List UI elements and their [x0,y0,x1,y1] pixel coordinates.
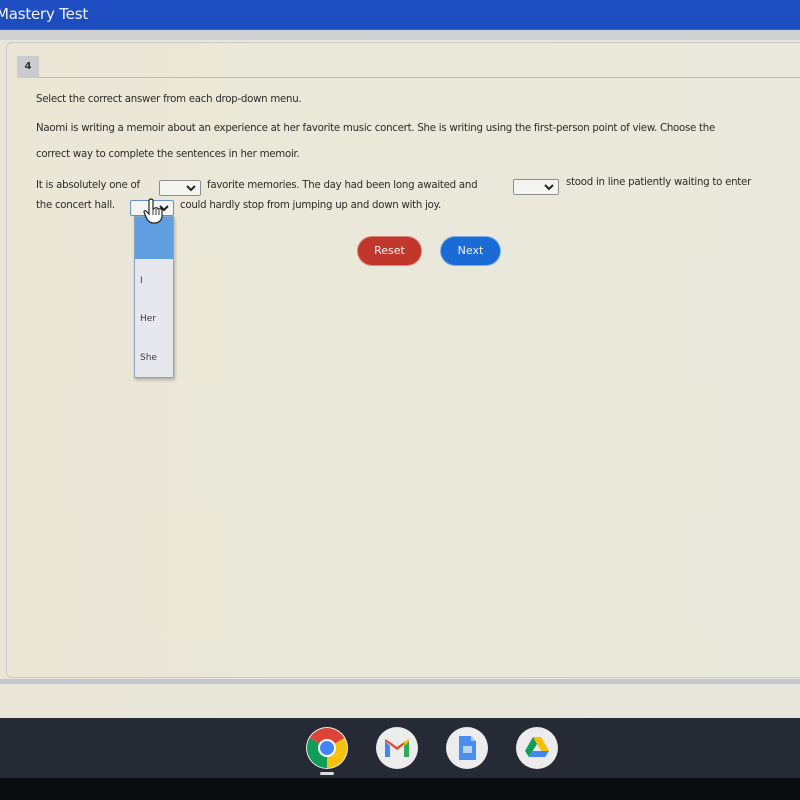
shelf-app-docs[interactable] [446,727,488,769]
header-divider [0,30,800,40]
docs-icon [447,728,487,768]
screen-bezel [0,778,800,800]
dropdown-3-list: I Her She [134,216,174,378]
hand-cursor-icon [143,198,163,224]
reset-button[interactable]: Reset [358,237,421,265]
sentence-part-4: the concert hall. [36,200,115,211]
question-number-row: 4 [17,56,800,78]
shelf-app-chrome[interactable] [306,727,348,769]
card-bottom-divider [0,679,800,684]
drive-icon [517,728,557,768]
chevron-down-icon [544,184,554,191]
sentence-part-1: It is absolutely one of [36,180,140,191]
instruction-text: Select the correct answer from each drop… [36,94,302,105]
running-indicator [320,772,334,775]
sentence-part-3: stood in line patiently waiting to enter [566,177,752,188]
dropdown-option-her[interactable]: Her [140,314,156,324]
question-number: 4 [17,56,39,78]
shelf-app-drive[interactable] [516,727,558,769]
dropdown-option-she[interactable]: She [140,353,157,363]
shelf-app-gmail[interactable] [376,727,418,769]
chevron-down-icon [186,185,196,192]
gmail-icon [377,728,417,768]
screen: Mastery Test 4 Select the correct answer… [0,0,800,718]
dropdown-1[interactable] [159,180,201,196]
prompt-line-1: Naomi is writing a memoir about an exper… [36,123,716,134]
next-button[interactable]: Next [441,237,500,265]
prompt-line-2: correct way to complete the sentences in… [36,149,300,160]
dropdown-2[interactable] [513,179,559,195]
app-header: Mastery Test [0,0,800,30]
sentence-part-5: could hardly stop from jumping up and do… [180,200,441,211]
dropdown-option-i[interactable]: I [140,276,143,286]
sentence-part-2: favorite memories. The day had been long… [207,180,478,191]
app-title: Mastery Test [0,5,89,23]
chrome-icon [307,728,347,768]
question-card: 4 [6,42,800,678]
